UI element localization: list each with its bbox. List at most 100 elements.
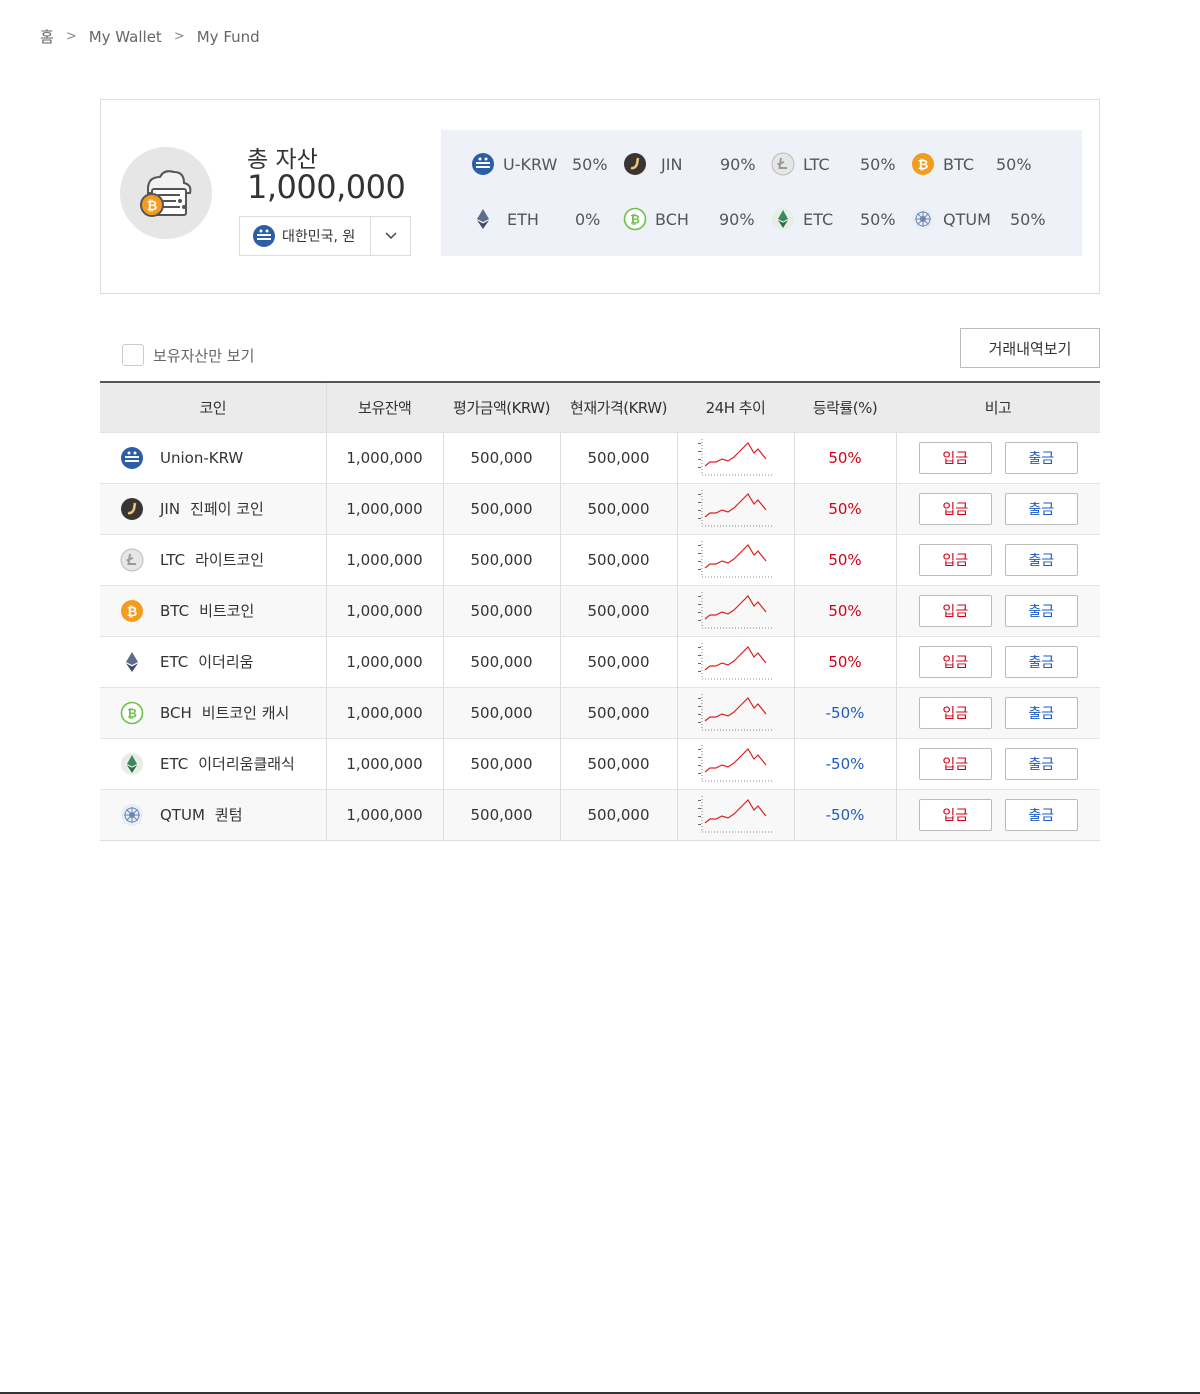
currency-select-value[interactable]: 대한민국, 원 xyxy=(240,217,370,255)
btc-icon: ₿ xyxy=(120,599,144,623)
coin-korean-name: 비트코인 xyxy=(199,602,255,620)
breadcrumb-separator: > xyxy=(173,29,185,44)
column-header-change: 등락률(%) xyxy=(812,398,878,417)
asset-summary-panel: ₿ 총 자산 1,000,000 대한민국, 원 U-KRW 50% JIN 9… xyxy=(100,99,1100,294)
withdraw-button[interactable]: 출금 xyxy=(1004,441,1078,474)
currency-label: 대한민국, 원 xyxy=(282,229,356,245)
column-header-coin: 코인 xyxy=(199,398,227,417)
cell-change: 50% xyxy=(793,584,896,636)
ukrw-icon xyxy=(471,152,495,176)
column-header-price: 현재가격(KRW) xyxy=(570,398,667,417)
holdings-only-checkbox[interactable] xyxy=(122,344,144,366)
withdraw-button[interactable]: 출금 xyxy=(1004,543,1078,576)
deposit-button[interactable]: 입금 xyxy=(918,696,992,729)
jin-icon xyxy=(623,152,647,176)
breadcrumb-wallet[interactable]: My Wallet xyxy=(89,28,162,46)
bch-icon: ₿ xyxy=(120,701,144,725)
deposit-button[interactable]: 입금 xyxy=(918,543,992,576)
allocation-percent: 50% xyxy=(572,154,608,174)
table-row: LTC 라이트코인 1,000,000 500,000 500,000 50% 입금 출금 xyxy=(100,533,1100,585)
etc-icon xyxy=(120,752,144,776)
cell-valuation: 500,000 xyxy=(442,482,560,534)
ltc-icon xyxy=(120,548,144,572)
btc-icon: ₿ xyxy=(911,152,935,176)
withdraw-button[interactable]: 출금 xyxy=(1004,798,1078,831)
cell-price: 500,000 xyxy=(559,635,677,687)
deposit-button[interactable]: 입금 xyxy=(918,441,992,474)
cell-price: 500,000 xyxy=(559,482,677,534)
cell-change: 50% xyxy=(793,533,896,585)
deposit-button[interactable]: 입금 xyxy=(918,492,992,525)
column-header-note: 비고 xyxy=(984,398,1012,417)
breadcrumb-home[interactable]: 홈 xyxy=(40,26,54,47)
withdraw-button[interactable]: 출금 xyxy=(1004,594,1078,627)
cell-valuation: 500,000 xyxy=(442,635,560,687)
sparkline-chart xyxy=(678,437,794,479)
cell-change: 50% xyxy=(793,482,896,534)
cell-actions: 입금 출금 xyxy=(895,788,1100,841)
cell-price: 500,000 xyxy=(559,584,677,636)
fund-table: 코인 보유잔액 평가금액(KRW) 현재가격(KRW) 24H 추이 등락률(%… xyxy=(100,381,1100,841)
column-header-valuation: 평가금액(KRW) xyxy=(453,398,550,417)
allocation-name: BCH xyxy=(655,209,689,229)
currency-select[interactable]: 대한민국, 원 xyxy=(239,216,411,256)
deposit-button[interactable]: 입금 xyxy=(918,747,992,780)
cell-balance: 1,000,000 xyxy=(325,737,443,789)
cell-balance: 1,000,000 xyxy=(325,686,443,738)
cell-change: -50% xyxy=(793,788,896,841)
coin-symbol: BTC xyxy=(160,601,190,620)
allocation-item: ETC 50% xyxy=(771,207,896,231)
cell-actions: 입금 출금 xyxy=(895,533,1100,585)
withdraw-button[interactable]: 출금 xyxy=(1004,492,1078,525)
eth-icon xyxy=(471,207,495,231)
coin-symbol: LTC xyxy=(160,550,186,569)
cell-coin: ₿ BTC 비트코인 xyxy=(100,584,326,636)
allocation-percent: 50% xyxy=(1010,209,1046,229)
withdraw-button[interactable]: 출금 xyxy=(1004,645,1078,678)
sparkline-chart xyxy=(678,794,794,836)
total-assets-amount: 1,000,000 xyxy=(247,168,406,206)
cell-price: 500,000 xyxy=(559,686,677,738)
holdings-only-filter[interactable]: 보유자산만 보기 xyxy=(122,344,254,366)
transaction-history-button[interactable]: 거래내역보기 xyxy=(960,328,1100,368)
chevron-down-icon[interactable] xyxy=(370,217,410,255)
cell-change: -50% xyxy=(793,737,896,789)
ltc-icon xyxy=(771,152,795,176)
cell-trend xyxy=(676,635,794,687)
coin-korean-name: 퀀텀 xyxy=(214,806,243,824)
allocation-percent: 50% xyxy=(860,154,896,174)
breadcrumb-fund[interactable]: My Fund xyxy=(197,28,260,46)
allocation-name: ETH xyxy=(507,209,539,229)
allocation-percent: 0% xyxy=(575,209,601,229)
withdraw-button[interactable]: 출금 xyxy=(1004,696,1078,729)
coin-symbol: JIN xyxy=(160,499,181,518)
cell-change: 50% xyxy=(793,431,896,483)
deposit-button[interactable]: 입금 xyxy=(918,798,992,831)
cell-trend xyxy=(676,737,794,789)
cell-valuation: 500,000 xyxy=(442,584,560,636)
cell-coin: ETC 이더리움 xyxy=(100,635,326,687)
withdraw-button[interactable]: 출금 xyxy=(1004,747,1078,780)
allocation-name: ETC xyxy=(803,209,834,229)
cell-trend xyxy=(676,482,794,534)
cell-trend xyxy=(676,584,794,636)
coin-symbol: ETC xyxy=(160,652,189,671)
column-header-trend: 24H 추이 xyxy=(705,398,766,417)
svg-text:₿: ₿ xyxy=(127,706,137,720)
table-row: Union-KRW 1,000,000 500,000 500,000 50% 입금 출금 xyxy=(100,431,1100,483)
cell-actions: 입금 출금 xyxy=(895,686,1100,738)
deposit-button[interactable]: 입금 xyxy=(918,645,992,678)
allocation-name: U-KRW xyxy=(503,154,558,174)
qtum-icon xyxy=(911,207,935,231)
cell-balance: 1,000,000 xyxy=(325,431,443,483)
cell-coin: QTUM 퀀텀 xyxy=(100,788,326,841)
cell-coin: LTC 라이트코인 xyxy=(100,533,326,585)
allocation-item: ₿ BTC 50% xyxy=(911,152,1032,176)
deposit-button[interactable]: 입금 xyxy=(918,594,992,627)
coin-korean-name: 라이트코인 xyxy=(195,551,265,569)
eth-icon xyxy=(120,650,144,674)
table-row: JIN 진페이 코인 1,000,000 500,000 500,000 50% 입금 출금 xyxy=(100,482,1100,534)
allocation-name: JIN xyxy=(661,154,683,174)
table-row: ETC 이더리움클래식 1,000,000 500,000 500,000 -50% 입금 출… xyxy=(100,737,1100,789)
coin-symbol: BCH xyxy=(160,703,192,722)
